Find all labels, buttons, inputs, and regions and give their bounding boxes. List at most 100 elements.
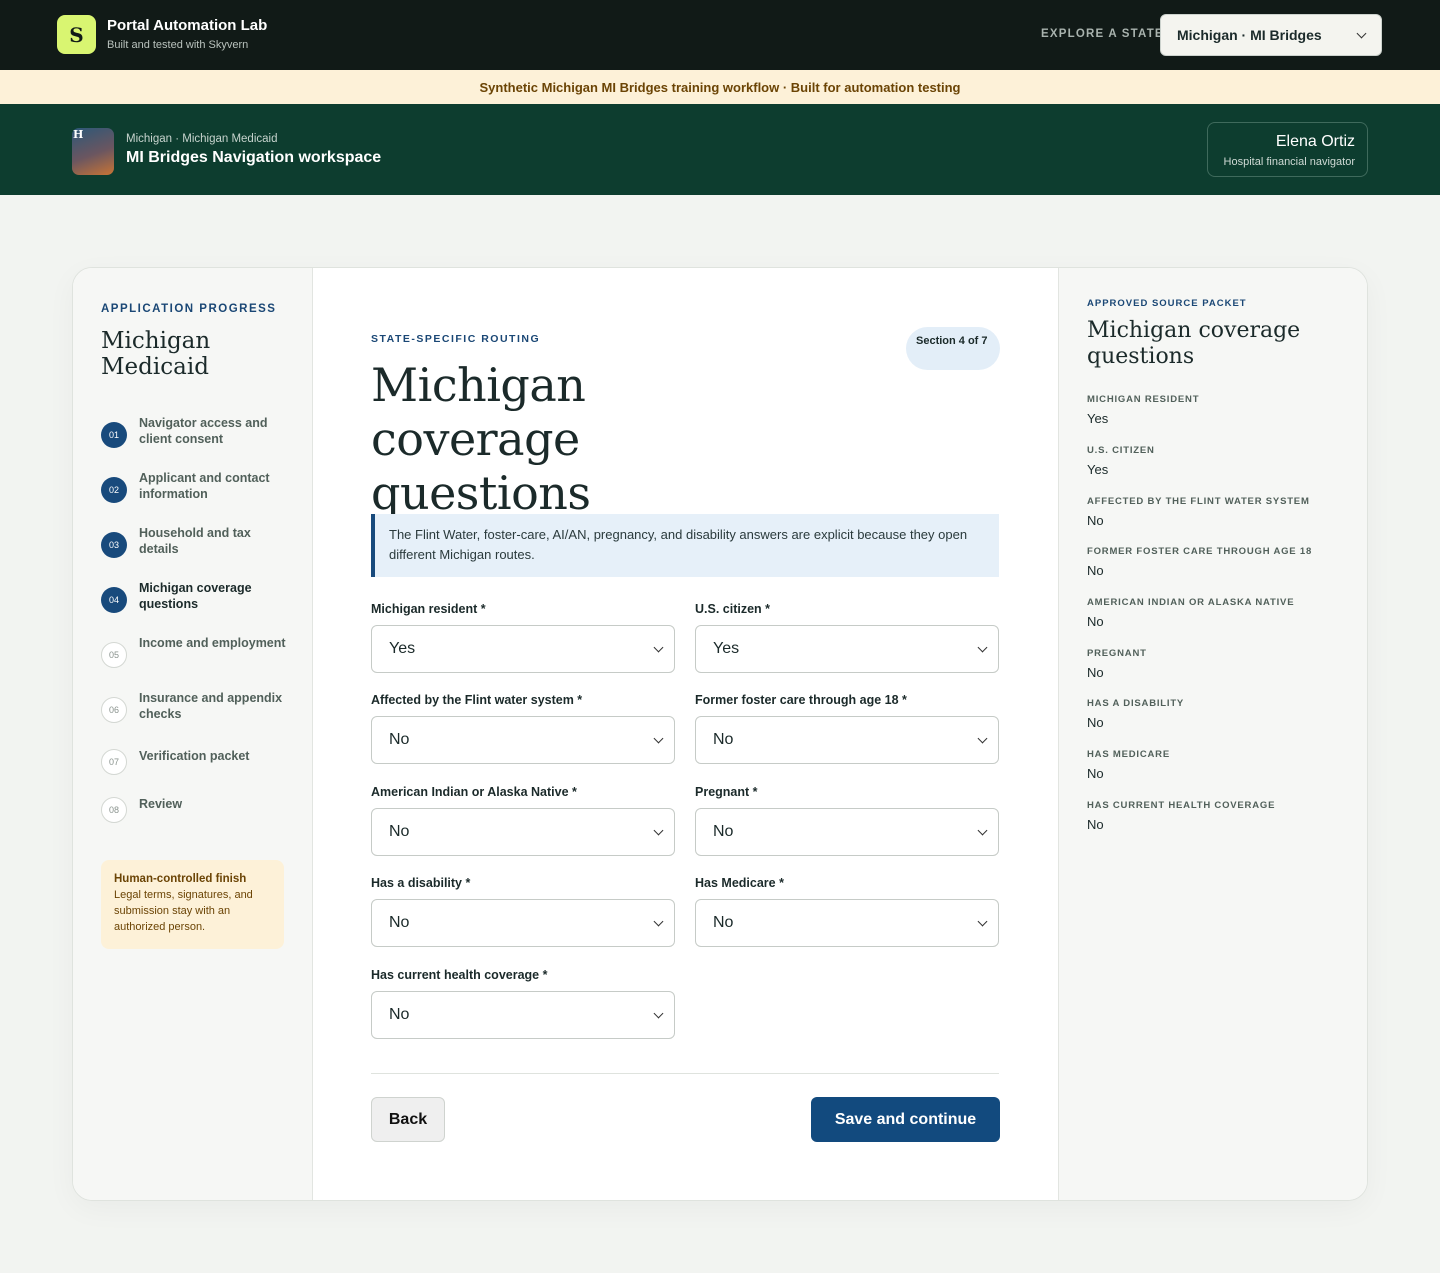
- select-value: Yes: [713, 640, 740, 657]
- brand-subtitle: Built and tested with Skyvern: [107, 39, 249, 51]
- source-item-value: No: [1087, 817, 1104, 832]
- field-label: Michigan resident *: [371, 602, 486, 616]
- page-title: Michigan coverage questions: [371, 358, 591, 520]
- field-label: Has current health coverage *: [371, 968, 548, 982]
- select-value: No: [389, 823, 410, 840]
- source-item: PREGNANT No: [1087, 648, 1347, 680]
- step-label: Review: [139, 797, 183, 811]
- source-item: AMERICAN INDIAN OR ALASKA NATIVE No: [1087, 597, 1347, 629]
- source-packet-title: Michigan coverage questions: [1087, 318, 1301, 369]
- explore-state-label: EXPLORE A STATE: [1041, 28, 1164, 40]
- source-item: HAS A DISABILITY No: [1087, 698, 1347, 730]
- workspace-avatar: H: [72, 128, 114, 175]
- state-select-value: Michigan · MI Bridges: [1177, 27, 1322, 43]
- source-item: HAS CURRENT HEALTH COVERAGE No: [1087, 800, 1347, 832]
- source-item-key: MICHIGAN RESIDENT: [1087, 394, 1200, 405]
- source-item-value: No: [1087, 665, 1104, 680]
- chevron-down-icon: [1356, 28, 1367, 38]
- progress-title: Michigan Medicaid: [101, 328, 211, 380]
- state-select[interactable]: Michigan · MI Bridges: [1160, 14, 1382, 56]
- select-value: No: [389, 914, 410, 931]
- step-number: 04: [101, 587, 127, 613]
- source-item-key: FORMER FOSTER CARE THROUGH AGE 18: [1087, 546, 1313, 557]
- application-card: APPLICATION PROGRESS Michigan Medicaid 0…: [72, 267, 1368, 1201]
- step-label: Household and tax details: [139, 526, 251, 556]
- chevron-down-icon: [653, 825, 664, 835]
- michigan-resident-select[interactable]: Yes: [371, 625, 675, 673]
- disability-select[interactable]: No: [371, 899, 675, 947]
- medicare-select[interactable]: No: [695, 899, 999, 947]
- step-label: Insurance and appendix checks: [139, 691, 283, 721]
- source-item-value: Yes: [1087, 411, 1109, 426]
- flint-water-select[interactable]: No: [371, 716, 675, 764]
- source-item-key: U.S. CITIZEN: [1087, 445, 1155, 456]
- source-item-key: AFFECTED BY THE FLINT WATER SYSTEM: [1087, 496, 1310, 507]
- workspace-avatar-letter: H: [73, 128, 84, 141]
- training-banner: Synthetic Michigan MI Bridges training w…: [0, 70, 1440, 104]
- source-item-key: AMERICAN INDIAN OR ALASKA NATIVE: [1087, 597, 1295, 608]
- source-item-value: No: [1087, 766, 1104, 781]
- chevron-down-icon: [977, 916, 988, 926]
- breadcrumb: Michigan · Michigan Medicaid: [126, 133, 278, 145]
- select-value: No: [713, 731, 734, 748]
- section-badge: Section 4 of 7: [906, 327, 1000, 370]
- brand-title: Portal Automation Lab: [107, 17, 268, 34]
- source-item-value: No: [1087, 563, 1104, 578]
- progress-kicker: APPLICATION PROGRESS: [101, 303, 277, 315]
- source-item-value: No: [1087, 614, 1104, 629]
- select-value: No: [713, 914, 734, 931]
- step-label: Income and employment: [139, 636, 286, 650]
- source-item: FORMER FOSTER CARE THROUGH AGE 18 No: [1087, 546, 1347, 578]
- field-label: Pregnant *: [695, 785, 758, 799]
- select-value: No: [389, 731, 410, 748]
- save-and-continue-button[interactable]: Save and continue: [811, 1097, 1000, 1142]
- source-item-key: PREGNANT: [1087, 648, 1147, 659]
- chevron-down-icon: [977, 733, 988, 743]
- chevron-down-icon: [653, 1008, 664, 1018]
- step-number: 07: [101, 749, 127, 775]
- chevron-down-icon: [977, 642, 988, 652]
- select-value: Yes: [389, 640, 416, 657]
- us-citizen-select[interactable]: Yes: [695, 625, 999, 673]
- human-finish-note: Human-controlled finish Legal terms, sig…: [101, 860, 284, 949]
- field-label: American Indian or Alaska Native *: [371, 785, 577, 799]
- step-number: 05: [101, 642, 127, 668]
- chevron-down-icon: [653, 733, 664, 743]
- field-label: Has a disability *: [371, 876, 471, 890]
- source-item: HAS MEDICARE No: [1087, 749, 1347, 781]
- step-number: 06: [101, 697, 127, 723]
- step-label: Verification packet: [139, 749, 250, 763]
- step-label: Applicant and contact information: [139, 471, 270, 501]
- source-item-key: HAS MEDICARE: [1087, 749, 1170, 760]
- section-kicker: STATE-SPECIFIC ROUTING: [371, 333, 541, 345]
- info-callout: The Flint Water, foster-care, AI/AN, pre…: [371, 514, 999, 577]
- source-item: MICHIGAN RESIDENT Yes: [1087, 394, 1347, 426]
- workspace-header: H Michigan · Michigan Medicaid MI Bridge…: [0, 104, 1440, 195]
- chevron-down-icon: [653, 642, 664, 652]
- back-button[interactable]: Back: [371, 1097, 445, 1142]
- foster-care-select[interactable]: No: [695, 716, 999, 764]
- step-label: Navigator access and client consent: [139, 416, 268, 446]
- source-packet-panel: APPROVED SOURCE PACKET Michigan coverage…: [1058, 268, 1367, 1200]
- step-number: 02: [101, 477, 127, 503]
- brand-logo[interactable]: S: [57, 15, 96, 54]
- source-item-value: No: [1087, 715, 1104, 730]
- note-body: Legal terms, signatures, and submission …: [114, 889, 253, 933]
- field-label: U.S. citizen *: [695, 602, 771, 616]
- top-bar: S Portal Automation Lab Built and tested…: [0, 0, 1440, 70]
- source-item-value: No: [1087, 513, 1104, 528]
- user-name: Elena Ortiz: [1275, 133, 1355, 150]
- workspace-title: MI Bridges Navigation workspace: [126, 149, 382, 166]
- aian-select[interactable]: No: [371, 808, 675, 856]
- step-number: 08: [101, 797, 127, 823]
- form-divider: [371, 1073, 999, 1074]
- step-label: Michigan coverage questions: [139, 581, 252, 611]
- current-coverage-select[interactable]: No: [371, 991, 675, 1039]
- chevron-down-icon: [977, 825, 988, 835]
- source-packet-kicker: APPROVED SOURCE PACKET: [1087, 298, 1247, 309]
- pregnant-select[interactable]: No: [695, 808, 999, 856]
- source-item: AFFECTED BY THE FLINT WATER SYSTEM No: [1087, 496, 1347, 528]
- user-card[interactable]: Elena Ortiz Hospital financial navigator: [1207, 122, 1368, 177]
- select-value: No: [713, 823, 734, 840]
- source-item-key: HAS A DISABILITY: [1087, 698, 1185, 709]
